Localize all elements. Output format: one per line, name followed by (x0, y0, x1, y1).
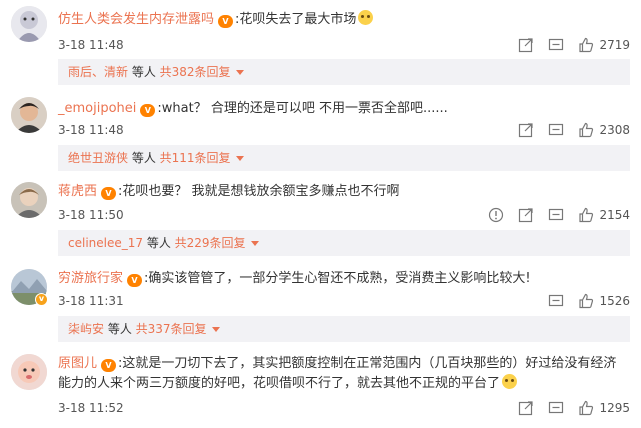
avatar[interactable] (11, 97, 47, 133)
comment-time: 3-18 11:31 (58, 294, 124, 308)
comment-text: :花呗失去了最大市场 (235, 12, 357, 27)
comment-text: :花呗也要？ 我就是想钱放余额宝多赚点也不行啊 (118, 184, 400, 199)
chevron-down-icon[interactable] (235, 156, 244, 161)
vip-badge-icon: V (218, 15, 234, 28)
comment-username[interactable]: 蒋虎西 (58, 184, 97, 199)
like-count: 2719 (599, 38, 630, 52)
avatar[interactable] (11, 354, 47, 390)
comment-content: 穷游旅行家 V:确实该管管了，一部分学生心智还不成熟，受消费主义影响比较大! (58, 270, 531, 288)
reply-count[interactable]: 共337条回复 (136, 322, 207, 336)
comment-actions: 2154 (474, 206, 630, 224)
comment-actions: 2719 (504, 36, 630, 54)
reply-users[interactable]: 雨后、清新 (68, 65, 128, 79)
comment-time: 3-18 11:50 (58, 208, 124, 222)
reply-count[interactable]: 共229条回复 (175, 236, 246, 250)
vip-badge-icon: V (140, 104, 156, 117)
avatar[interactable] (11, 6, 47, 42)
comment-icon[interactable] (548, 207, 564, 223)
comment-icon[interactable] (548, 37, 564, 53)
chevron-down-icon[interactable] (235, 70, 244, 75)
share-icon[interactable] (518, 37, 534, 53)
comment-actions: 2308 (504, 121, 630, 139)
like-icon[interactable] (578, 293, 594, 309)
reply-users[interactable]: 绝世丑游侠 (68, 151, 128, 165)
comment-actions: 1526 (534, 292, 630, 310)
like-count: 2308 (599, 123, 630, 137)
reply-mid: 等人 (128, 151, 160, 165)
reply-summary[interactable]: 雨后、清新 等人 共382条回复 (58, 59, 630, 85)
comment-text: :what？ 合理的还是可以吧 不用一票否全部吧...... (157, 101, 448, 116)
reply-mid: 等人 (143, 236, 175, 250)
comment-time: 3-18 11:48 (58, 38, 124, 52)
emoji-icon (502, 374, 518, 389)
share-icon[interactable] (518, 122, 534, 138)
share-icon[interactable] (518, 207, 534, 223)
comment-content: 仿生人类会发生内存泄露吗 V:花呗失去了最大市场 (58, 10, 374, 29)
vip-badge-icon: V (101, 359, 117, 372)
comment-text: :这就是一刀切下去了，其实把额度控制在正常范围内（几百块那些的）好过给没有经济能… (58, 356, 617, 391)
reply-summary[interactable]: 柒屿安 等人 共337条回复 (58, 316, 630, 342)
like-icon[interactable] (578, 122, 594, 138)
avatar[interactable] (11, 182, 47, 218)
reply-summary[interactable]: celinelee_17 等人 共229条回复 (58, 230, 630, 256)
verified-badge-icon: v (35, 293, 48, 306)
report-icon[interactable] (488, 207, 504, 223)
share-icon[interactable] (518, 400, 534, 416)
chevron-down-icon[interactable] (250, 241, 259, 246)
like-count: 1526 (599, 294, 630, 308)
reply-users[interactable]: celinelee_17 (68, 236, 143, 250)
comment-actions: 1295 (504, 399, 630, 417)
comment-icon[interactable] (548, 122, 564, 138)
reply-mid: 等人 (128, 65, 160, 79)
comment-time: 3-18 11:48 (58, 123, 124, 137)
vip-badge-icon: V (101, 187, 117, 200)
chevron-down-icon[interactable] (211, 327, 220, 332)
comment-content: 蒋虎西 V:花呗也要？ 我就是想钱放余额宝多赚点也不行啊 (58, 183, 400, 201)
reply-count[interactable]: 共111条回复 (160, 151, 231, 165)
comment-content: 原图儿 V:这就是一刀切下去了，其实把额度控制在正常范围内（几百块那些的）好过给没… (58, 354, 628, 394)
reply-users[interactable]: 柒屿安 (68, 322, 104, 336)
comment-content: _emojipohei V:what？ 合理的还是可以吧 不用一票否全部吧....… (58, 100, 448, 118)
reply-mid: 等人 (104, 322, 136, 336)
comment-username[interactable]: 仿生人类会发生内存泄露吗 (58, 12, 214, 27)
like-icon[interactable] (578, 207, 594, 223)
comment-username[interactable]: 原图儿 (58, 356, 97, 371)
like-icon[interactable] (578, 400, 594, 416)
comment-username[interactable]: _emojipohei (58, 101, 136, 116)
comment-icon[interactable] (548, 400, 564, 416)
comment-time: 3-18 11:52 (58, 401, 124, 415)
like-icon[interactable] (578, 37, 594, 53)
vip-badge-icon: V (127, 274, 143, 287)
comment-icon[interactable] (548, 293, 564, 309)
reply-summary[interactable]: 绝世丑游侠 等人 共111条回复 (58, 145, 630, 171)
like-count: 2154 (599, 208, 630, 222)
like-count: 1295 (599, 401, 630, 415)
emoji-icon (358, 10, 374, 25)
comment-username[interactable]: 穷游旅行家 (58, 271, 123, 286)
comment-text: :确实该管管了，一部分学生心智还不成熟，受消费主义影响比较大! (144, 271, 531, 286)
reply-count[interactable]: 共382条回复 (160, 65, 231, 79)
